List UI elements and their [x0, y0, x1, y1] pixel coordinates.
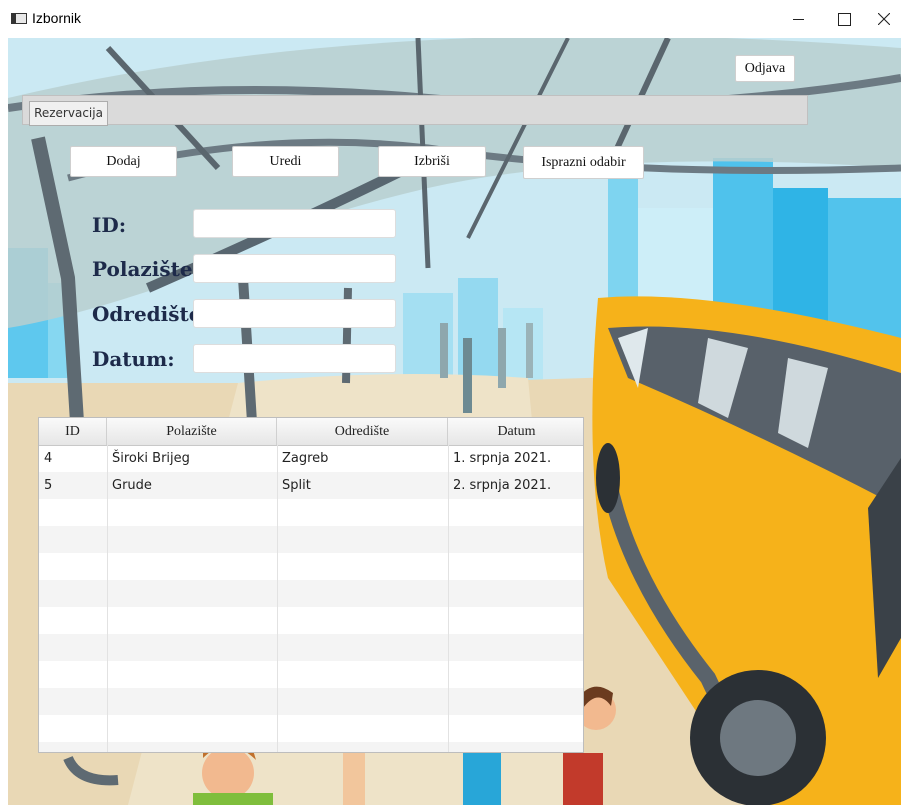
cell-id: 5: [44, 478, 53, 493]
cell-to: Split: [282, 478, 311, 493]
empty-row: [39, 742, 583, 752]
to-field[interactable]: [193, 299, 396, 328]
clear-selection-button[interactable]: Isprazni odabir: [523, 146, 644, 179]
cell-to: Zagreb: [282, 451, 329, 466]
edit-button[interactable]: Uredi: [232, 146, 339, 177]
to-label: Odredište:: [92, 302, 209, 326]
reservations-table[interactable]: ID Polazište Odredište Datum 4 Široki Br…: [38, 417, 584, 753]
logout-button[interactable]: Odjava: [735, 55, 795, 82]
column-header-id[interactable]: ID: [39, 418, 107, 445]
add-button[interactable]: Dodaj: [70, 146, 177, 177]
empty-row: [39, 553, 583, 580]
date-label: Datum:: [92, 347, 175, 371]
window-client: Odjava Rezervacija Dodaj Uredi Izbriši I…: [8, 38, 901, 805]
column-header-from[interactable]: Polazište: [107, 418, 277, 445]
maximize-icon: [837, 12, 851, 26]
tab-rezervacija[interactable]: Rezervacija: [29, 101, 108, 126]
empty-row: [39, 580, 583, 607]
column-header-date[interactable]: Datum: [448, 418, 583, 445]
delete-button[interactable]: Izbriši: [378, 146, 486, 177]
table-header: ID Polazište Odredište Datum: [39, 418, 583, 446]
minimize-button[interactable]: [775, 2, 821, 36]
empty-row: [39, 634, 583, 661]
window-title: Izbornik: [32, 10, 82, 26]
cell-date: 1. srpnja 2021.: [453, 451, 552, 466]
window-titlebar: Izbornik: [0, 0, 901, 38]
column-divider: [277, 445, 278, 752]
empty-row: [39, 661, 583, 688]
empty-row: [39, 688, 583, 715]
app-icon: [11, 13, 27, 24]
column-divider: [107, 445, 108, 752]
close-icon: [877, 13, 890, 25]
cell-from: Široki Brijeg: [112, 451, 190, 466]
date-field[interactable]: [193, 344, 396, 373]
empty-row: [39, 499, 583, 526]
column-header-to[interactable]: Odredište: [277, 418, 448, 445]
cell-id: 4: [44, 451, 53, 466]
empty-row: [39, 715, 583, 742]
tab-bar: [22, 95, 808, 125]
id-field[interactable]: [193, 209, 396, 238]
id-label: ID:: [92, 213, 127, 237]
cell-date: 2. srpnja 2021.: [453, 478, 552, 493]
cell-from: Grude: [112, 478, 152, 493]
from-field[interactable]: [193, 254, 396, 283]
close-button[interactable]: [866, 2, 901, 36]
table-row[interactable]: 4 Široki Brijeg Zagreb 1. srpnja 2021.: [39, 445, 583, 472]
table-row[interactable]: 5 Grude Split 2. srpnja 2021.: [39, 472, 583, 499]
minimize-icon: [792, 18, 804, 20]
empty-row: [39, 607, 583, 634]
maximize-button[interactable]: [821, 2, 867, 36]
from-label: Polazište:: [92, 257, 200, 281]
empty-row: [39, 526, 583, 553]
column-divider: [448, 445, 449, 752]
